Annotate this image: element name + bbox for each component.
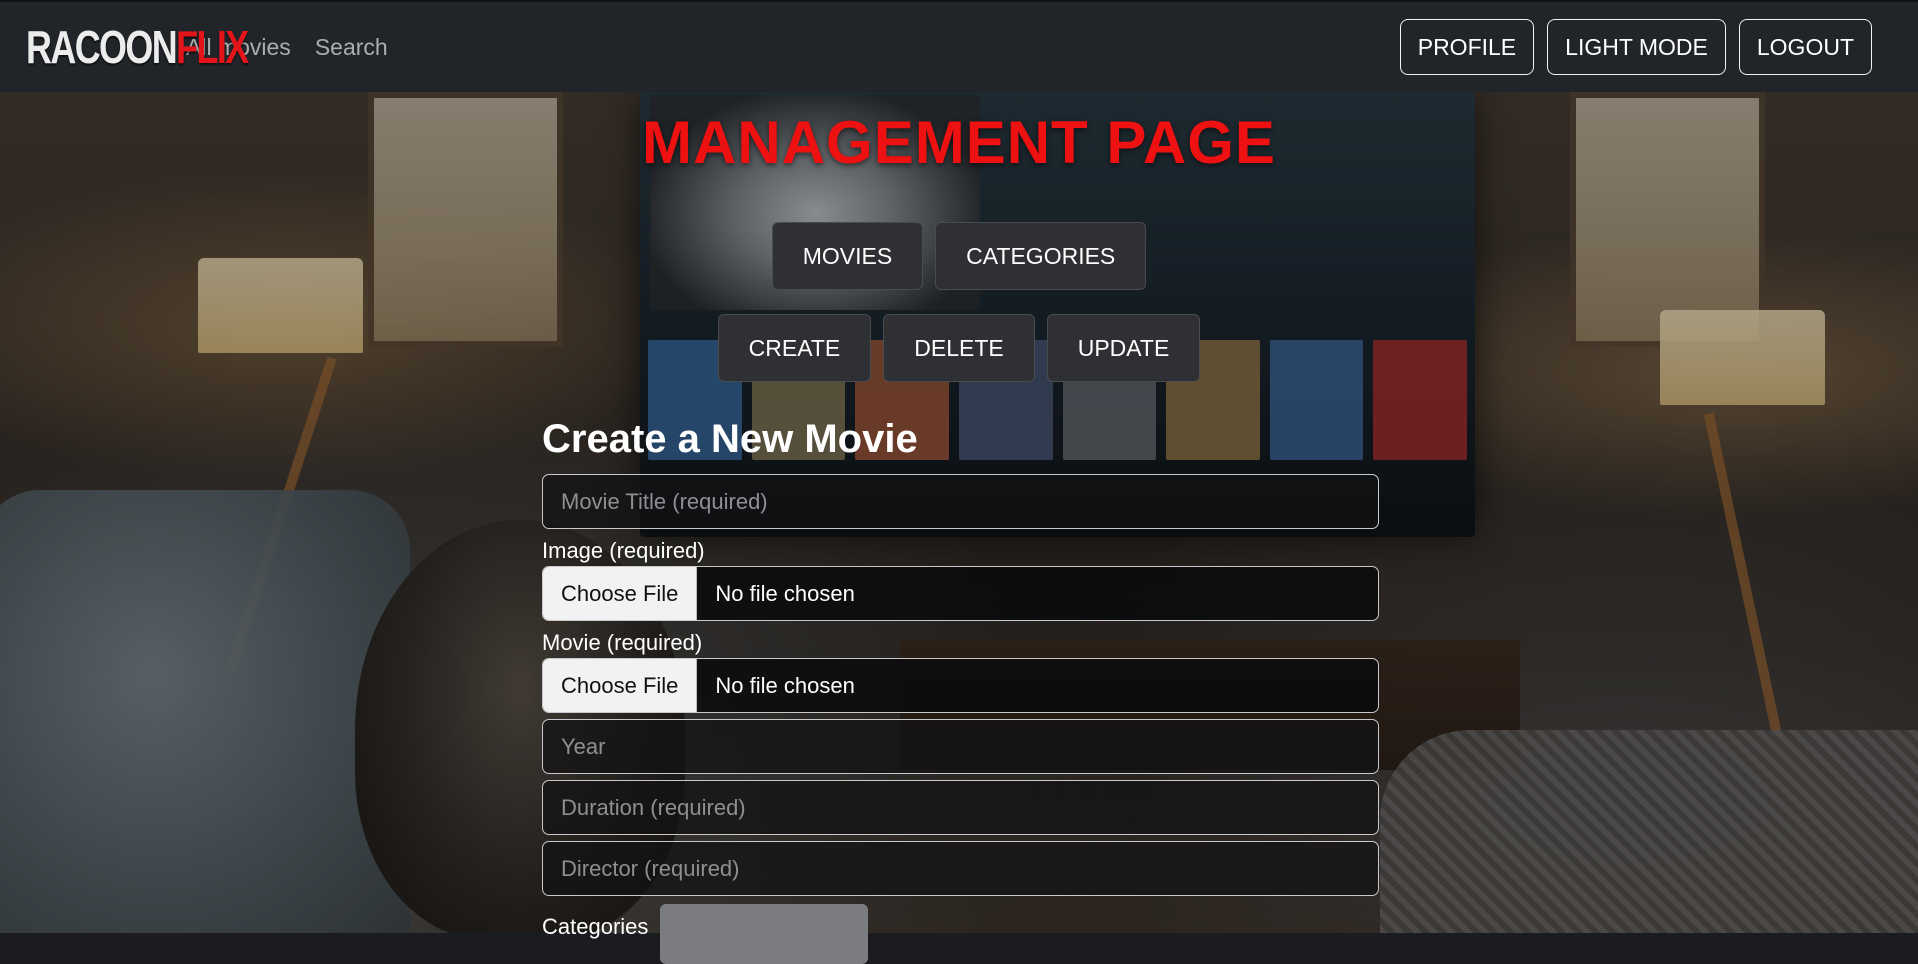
delete-button[interactable]: DELETE <box>883 314 1035 382</box>
section-button-row: MOVIES CATEGORIES <box>0 222 1918 290</box>
image-file-status: No file chosen <box>715 580 855 606</box>
movies-button[interactable]: MOVIES <box>771 222 924 290</box>
duration-input[interactable] <box>542 780 1379 835</box>
page-title: MANAGEMENT PAGE <box>642 109 1276 176</box>
profile-button[interactable]: PROFILE <box>1399 19 1535 75</box>
categories-row: Categories <box>542 902 1379 964</box>
movie-title-input[interactable] <box>542 474 1379 529</box>
year-input[interactable] <box>542 719 1379 774</box>
categories-button[interactable]: CATEGORIES <box>935 222 1147 290</box>
logo[interactable]: RACOONFLIX <box>26 20 249 74</box>
movie-label: Movie (required) <box>542 630 703 655</box>
form-title: Create a New Movie <box>542 417 918 461</box>
movie-file-status: No file chosen <box>715 672 855 698</box>
director-input[interactable] <box>542 841 1379 896</box>
nav-link-search[interactable]: Search <box>315 34 388 61</box>
image-label: Image (required) <box>542 538 705 563</box>
create-movie-form: Create a New Movie Image (required) Choo… <box>542 414 1379 964</box>
logo-flix: FLIX <box>176 21 249 73</box>
logout-button[interactable]: LOGOUT <box>1738 19 1872 75</box>
update-button[interactable]: UPDATE <box>1046 314 1201 382</box>
categories-select[interactable] <box>660 904 868 964</box>
action-button-row: CREATE DELETE UPDATE <box>0 314 1918 382</box>
movie-choose-file-button[interactable]: Choose File <box>543 659 698 712</box>
image-choose-file-button[interactable]: Choose File <box>543 567 698 620</box>
navbar: RACOONFLIX All movies Search PROFILE LIG… <box>0 0 1918 92</box>
categories-label: Categories <box>542 914 649 939</box>
light-mode-button[interactable]: LIGHT MODE <box>1547 19 1726 75</box>
image-file-input[interactable]: Choose File No file chosen <box>542 566 1379 621</box>
create-button[interactable]: CREATE <box>717 314 872 382</box>
logo-racoon: RACOON <box>26 21 178 73</box>
management-content: MANAGEMENT PAGE MOVIES CATEGORIES CREATE… <box>0 92 1918 964</box>
movie-file-input[interactable]: Choose File No file chosen <box>542 658 1379 713</box>
